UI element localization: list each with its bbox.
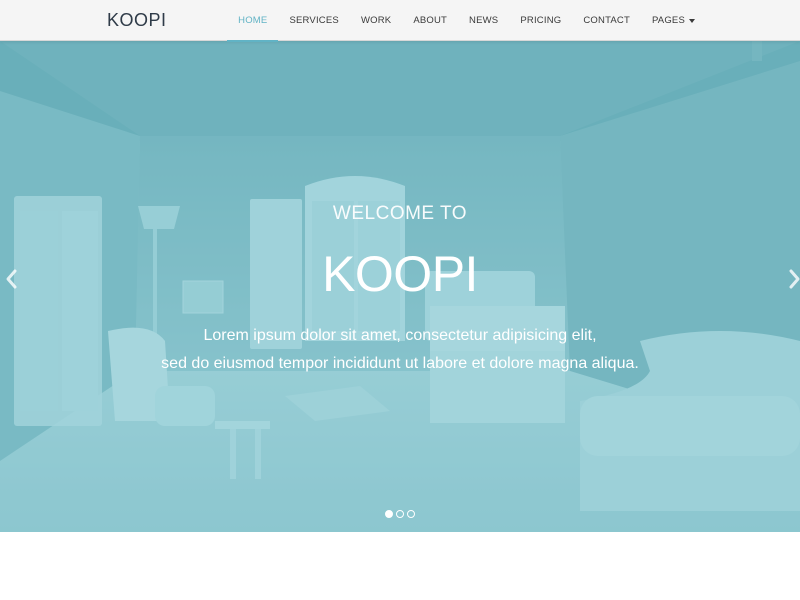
brand-logo[interactable]: KOOPI [107,9,167,31]
nav-item-label: NEWS [469,15,499,26]
nav-item-work[interactable]: WORK [350,0,402,41]
hero-caption: WELCOME TO KOOPI Lorem ipsum dolor sit a… [0,41,800,532]
hero-welcome-text: WELCOME TO [332,203,468,224]
carousel-indicator-3[interactable] [407,510,415,518]
nav-item-label: CONTACT [583,15,630,26]
nav-item-about[interactable]: ABOUT [402,0,458,41]
chevron-left-icon [6,269,17,289]
nav-item-pricing[interactable]: PRICING [509,0,572,41]
carousel-prev-button[interactable] [4,268,20,290]
nav-item-label: SERVICES [289,15,339,26]
carousel-next-button[interactable] [784,268,800,290]
hero-description-line-1: Lorem ipsum dolor sit amet, consectetur … [203,327,597,344]
navbar: KOOPI HOME SERVICES WORK ABOUT NEWS PRIC… [0,0,800,42]
hero-description-line-2: sed do eiusmod tempor incididunt ut labo… [161,355,639,372]
nav-item-home[interactable]: HOME [227,0,279,42]
nav-item-pages-dropdown[interactable]: PAGES [641,0,706,41]
hero-title: KOOPI [322,246,478,302]
nav-item-contact[interactable]: CONTACT [572,0,641,41]
main-nav: HOME SERVICES WORK ABOUT NEWS PRICING CO… [227,0,706,42]
carousel-indicator-1[interactable] [385,510,393,518]
carousel-indicators [0,510,800,518]
nav-item-label: HOME [238,15,268,26]
chevron-right-icon [789,269,800,289]
nav-item-label: WORK [360,15,392,26]
hero-carousel: WELCOME TO KOOPI Lorem ipsum dolor sit a… [0,41,800,532]
nav-item-label: ABOUT [413,15,448,26]
caret-down-icon [689,19,695,23]
nav-item-label: PAGES [651,15,685,26]
nav-item-label: PRICING [520,15,562,26]
carousel-indicator-2[interactable] [396,510,404,518]
nav-item-services[interactable]: SERVICES [278,0,349,41]
nav-item-news[interactable]: NEWS [458,0,509,41]
